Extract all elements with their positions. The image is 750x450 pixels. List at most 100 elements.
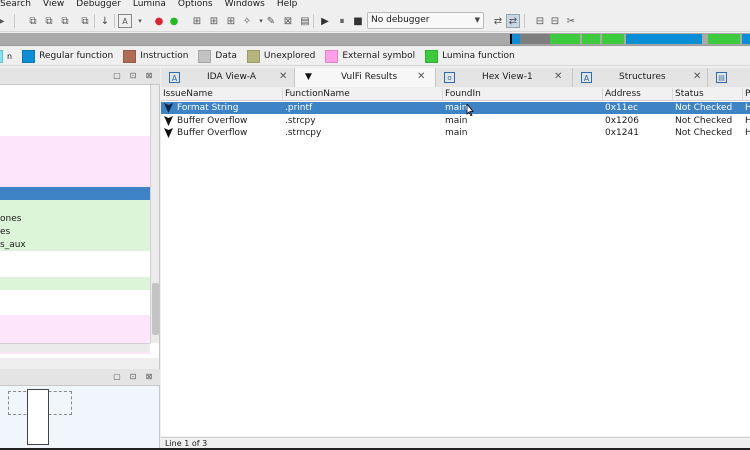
function-list-row[interactable]: [0, 200, 150, 214]
nav-segment: [582, 34, 600, 44]
close-tab-icon[interactable]: ✕: [279, 71, 287, 82]
breakpoint-icon[interactable]: ⊟: [548, 14, 562, 28]
float-icon[interactable]: ▢: [112, 372, 122, 382]
function-list-row[interactable]: [0, 315, 150, 329]
navigate-icon[interactable]: ▸: [0, 14, 9, 28]
cell-status: Not Checked: [675, 115, 733, 126]
paste-icon[interactable]: ⧉: [42, 14, 56, 28]
toolbar-separator: [94, 14, 95, 28]
function-list-row[interactable]: s_aux: [0, 238, 150, 252]
menu-options[interactable]: Options: [171, 0, 220, 9]
function-list-row[interactable]: [0, 302, 150, 316]
tab-ida-view-a[interactable]: A IDA View-A ✕: [161, 68, 295, 87]
menu-windows[interactable]: Windows: [218, 0, 272, 9]
function-list-row[interactable]: [0, 174, 150, 188]
menu-view[interactable]: View: [36, 0, 71, 9]
graph-icon[interactable]: ⊞: [190, 14, 204, 28]
column-header-issuename[interactable]: IssueName: [161, 88, 283, 101]
menu-debugger[interactable]: Debugger: [69, 0, 128, 9]
function-list-row[interactable]: [0, 136, 150, 150]
nav-segment: [520, 34, 550, 44]
vulfi-icon: ▼: [305, 72, 312, 82]
close-tab-icon[interactable]: ✕: [693, 71, 701, 82]
pause-icon[interactable]: ⏸: [335, 14, 349, 28]
stop-icon[interactable]: ■: [351, 14, 365, 28]
menu-search[interactable]: Search: [0, 0, 38, 9]
function-list-row[interactable]: [0, 328, 150, 342]
function-list-row[interactable]: [0, 251, 150, 265]
play-icon[interactable]: ▶: [318, 14, 332, 28]
function-list-row[interactable]: es: [0, 225, 150, 239]
column-header-functionname[interactable]: FunctionName: [283, 88, 443, 101]
function-list-row[interactable]: [0, 85, 150, 98]
maximize-icon[interactable]: ⊡: [128, 71, 138, 81]
menu-lumina[interactable]: Lumina: [126, 0, 173, 9]
tab-hex-view-1[interactable]: o Hex View-1 ✕: [436, 68, 573, 87]
table-row[interactable]: Format String .printf main 0x11ec Not Checke…: [161, 102, 750, 114]
text-icon[interactable]: A: [118, 14, 132, 28]
dropdown-arrow-icon[interactable]: ▾: [133, 14, 147, 28]
splitter[interactable]: [0, 358, 160, 369]
function-list-row[interactable]: [0, 264, 150, 278]
function-list-row[interactable]: [0, 277, 150, 290]
table-row[interactable]: Buffer Overflow .strncpy main 0x1241 Not Che…: [161, 127, 750, 139]
tab-more[interactable]: ▤: [708, 68, 750, 87]
function-list-row[interactable]: ones: [0, 213, 150, 226]
column-header-foundin[interactable]: FoundIn: [443, 88, 603, 101]
breakpoint-remove-icon[interactable]: ✂: [564, 14, 578, 28]
close-tab-icon[interactable]: ✕: [417, 71, 425, 82]
close-icon[interactable]: ⊠: [144, 71, 154, 81]
tab-structures[interactable]: A Structures ✕: [573, 68, 708, 87]
nav-segment: [626, 34, 702, 44]
function-list-row[interactable]: [0, 97, 150, 111]
arrow-down-icon[interactable]: ↓: [98, 14, 112, 28]
functions-horizontal-scrollbar[interactable]: [0, 343, 150, 352]
scroll-thumb[interactable]: [152, 283, 159, 335]
red-dot-icon[interactable]: ●: [152, 14, 166, 28]
cell-status: Not Checked: [675, 128, 733, 139]
legend-regular-function: Regular function: [22, 49, 113, 63]
nav-segment: [550, 34, 580, 44]
pen-icon[interactable]: ✎: [264, 14, 278, 28]
close-tab-icon[interactable]: ✕: [554, 71, 562, 82]
attach-icon[interactable]: ⇄: [491, 14, 505, 28]
tab-label: Structures: [619, 72, 666, 82]
function-list-row[interactable]: [0, 110, 150, 124]
function-list-row[interactable]: [0, 149, 150, 162]
debugger-select[interactable]: No debugger ▼: [367, 12, 484, 29]
toolbar-separator: [524, 14, 525, 28]
breakpoint-list-icon[interactable]: ⊟: [533, 14, 547, 28]
function-list-row[interactable]: [0, 289, 150, 303]
green-dot-icon[interactable]: ●: [167, 14, 181, 28]
toolbar: ▸ ⧉ ⧉ ⧉ ⧉ ↓ A ▾ ● ● ⊞ ⊞ ⊞ ✧ ▾ ✎ ⊠ ▤ ▶ ⏸ …: [0, 10, 750, 32]
functions-vertical-scrollbar[interactable]: [150, 85, 159, 343]
function-list-row[interactable]: [0, 161, 150, 175]
xref-icon[interactable]: ⊠: [281, 14, 295, 28]
graph-4-icon[interactable]: ✧: [240, 14, 254, 28]
graph-node[interactable]: [27, 389, 49, 445]
close-icon[interactable]: ⊠: [144, 372, 154, 382]
graph-2-icon[interactable]: ⊞: [207, 14, 221, 28]
cell-p: H: [745, 115, 750, 126]
tab-vulfi-results[interactable]: ▼ VulFi Results ✕: [295, 68, 436, 87]
table-row[interactable]: Buffer Overflow .strcpy main 0x1206 Not Chec…: [161, 115, 750, 127]
toolbar-separator: [114, 14, 115, 28]
navigation-band[interactable]: [0, 33, 750, 46]
copy-icon[interactable]: ⧉: [26, 14, 40, 28]
column-header-status[interactable]: Status: [673, 88, 743, 101]
menu-help[interactable]: Help: [270, 0, 305, 9]
function-list-row[interactable]: [0, 123, 150, 137]
copy-function-icon[interactable]: ⧉: [58, 14, 72, 28]
function-list-row[interactable]: [0, 187, 150, 201]
legend-swatch: [246, 49, 260, 63]
function-name: es: [0, 226, 11, 237]
float-icon[interactable]: ▢: [112, 71, 122, 81]
maximize-icon[interactable]: ⊡: [128, 372, 138, 382]
graph-overview-header: ▢ ⊡ ⊠: [0, 369, 160, 386]
column-header-address[interactable]: Address: [603, 88, 673, 101]
column-header-priority[interactable]: P: [743, 88, 750, 101]
clone-icon[interactable]: ⧉: [78, 14, 92, 28]
debug-toggle-icon[interactable]: ⇄: [506, 14, 520, 28]
graph-3-icon[interactable]: ⊞: [224, 14, 238, 28]
chart-icon[interactable]: ▤: [298, 14, 312, 28]
